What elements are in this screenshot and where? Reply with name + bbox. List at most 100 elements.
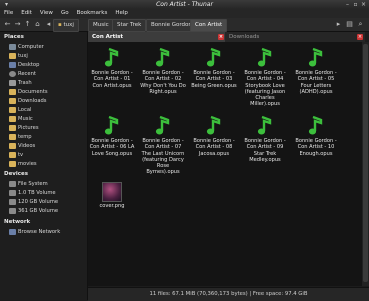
file-item[interactable]: Bonnie Gordon - Con Artist - 06 LA Love … <box>89 115 135 157</box>
close-icon[interactable]: × <box>360 1 367 8</box>
folder-icon <box>9 133 16 140</box>
sidebar-item-tuxj[interactable]: tuxj <box>9 52 28 60</box>
tab-downloads[interactable]: Downloads × <box>225 32 365 42</box>
window-title: Con Artist - Thunar <box>156 1 213 8</box>
status-bar: 11 files: 67.1 MiB (70,360,173 bytes) | … <box>88 287 369 301</box>
image-thumbnail <box>102 182 122 202</box>
sidebar-item-computer[interactable]: Computer <box>9 43 44 51</box>
sidebar-item-desktop[interactable]: Desktop <box>9 61 39 69</box>
desktop-icon <box>9 61 16 68</box>
forward-icon[interactable]: → <box>13 20 22 29</box>
file-item[interactable]: Bonnie Gordon - Con Artist - 01 Con Arti… <box>89 47 135 89</box>
tab-close-icon[interactable]: × <box>218 34 224 40</box>
home-icon[interactable]: ⌂ <box>33 20 42 29</box>
sidebar: Places Computer tuxj Desktop Recent Tras… <box>0 32 88 300</box>
file-item[interactable]: Bonnie Gordon - Con Artist - 10 Enough.o… <box>293 115 339 157</box>
scroll-right-icon[interactable]: ▸ <box>334 20 343 29</box>
trash-icon <box>9 79 16 86</box>
audio-file-icon <box>104 47 119 67</box>
computer-icon <box>9 43 16 50</box>
path-menu-icon[interactable]: ▤ <box>345 20 354 29</box>
sidebar-item-pictures[interactable]: Pictures <box>9 124 39 132</box>
drive-icon <box>9 198 16 205</box>
sidebar-item-documents[interactable]: Documents <box>9 88 48 96</box>
file-name: Bonnie Gordon - Con Artist - 01 Con Arti… <box>91 70 133 89</box>
file-name: Bonnie Gordon - Con Artist - 07 The Last… <box>141 138 185 176</box>
sidebar-item-downloads[interactable]: Downloads <box>9 97 47 105</box>
sidebar-item-movies[interactable]: movies <box>9 160 37 168</box>
menu-view[interactable]: View <box>36 9 57 18</box>
sidebar-item-120gb-volume[interactable]: 120 GB Volume <box>9 198 58 206</box>
file-item[interactable]: Bonnie Gordon - Con Artist - 07 The Last… <box>140 115 186 176</box>
audio-file-icon <box>206 115 221 135</box>
up-icon[interactable]: ↑ <box>23 20 32 29</box>
drive-icon <box>9 189 16 196</box>
folder-icon <box>9 160 16 167</box>
folder-icon <box>9 115 16 122</box>
sidebar-item-local[interactable]: Local <box>9 106 31 114</box>
menu-bookmarks[interactable]: Bookmarks <box>73 9 112 18</box>
file-name: Bonnie Gordon - Con Artist - 05 Four Let… <box>295 70 337 95</box>
menu-file[interactable]: File <box>0 9 17 18</box>
menu-edit[interactable]: Edit <box>17 9 36 18</box>
scrollbar[interactable] <box>362 42 369 286</box>
file-item[interactable]: cover.png <box>89 182 135 209</box>
file-name: Bonnie Gordon - Con Artist - 10 Enough.o… <box>295 138 337 157</box>
scroll-left-icon[interactable]: ◂ <box>44 20 53 29</box>
tab-bar: Con Artist × Downloads × <box>88 32 369 42</box>
file-item[interactable]: Bonnie Gordon - Con Artist - 04 Storyboo… <box>242 47 288 108</box>
file-name: cover.png <box>99 203 125 209</box>
folder-icon <box>9 88 16 95</box>
network-header: Network <box>4 219 31 225</box>
folder-icon <box>9 142 16 149</box>
file-item[interactable]: Bonnie Gordon - Con Artist - 09 Star Tre… <box>242 115 288 163</box>
folder-icon: ▪ <box>58 22 62 28</box>
sidebar-item-1tb-volume[interactable]: 1.0 TB Volume <box>9 189 56 197</box>
file-name: Bonnie Gordon - Con Artist - 09 Star Tre… <box>244 138 286 163</box>
back-icon[interactable]: ← <box>3 20 12 29</box>
folder-icon <box>9 124 16 131</box>
file-name: Bonnie Gordon - Con Artist - 04 Storyboo… <box>244 70 286 108</box>
file-item[interactable]: Bonnie Gordon - Con Artist - 05 Four Let… <box>293 47 339 95</box>
toolbar: ← → ↑ ⌂ ◂ ▪ tuxj Music Star Trek Bonnie … <box>0 18 369 32</box>
scrollbar-thumb[interactable] <box>363 44 368 282</box>
breadcrumb-tuxj[interactable]: ▪ tuxj <box>53 19 79 32</box>
folder-icon <box>9 97 16 104</box>
recent-icon <box>9 70 16 77</box>
audio-file-icon <box>308 115 323 135</box>
file-item[interactable]: Bonnie Gordon - Con Artist - 03 Being Gr… <box>191 47 237 89</box>
menu-help[interactable]: Help <box>111 9 132 18</box>
sidebar-item-videos[interactable]: Videos <box>9 142 35 150</box>
audio-file-icon <box>155 115 170 135</box>
sidebar-item-temp[interactable]: temp <box>9 133 32 141</box>
places-header: Places <box>4 34 24 40</box>
file-name: Bonnie Gordon - Con Artist - 03 Being Gr… <box>191 70 237 89</box>
menu-go[interactable]: Go <box>57 9 73 18</box>
minimize-icon[interactable]: – <box>344 1 351 8</box>
breadcrumb-con-artist[interactable]: Con Artist <box>190 19 228 32</box>
folder-icon <box>9 151 16 158</box>
breadcrumb-star-trek[interactable]: Star Trek <box>112 19 147 32</box>
sidebar-item-browse-network[interactable]: Browse Network <box>9 228 60 236</box>
sidebar-item-recent[interactable]: Recent <box>9 70 36 78</box>
file-item[interactable]: Bonnie Gordon - Con Artist - 02 Why Don'… <box>140 47 186 95</box>
file-view: Bonnie Gordon - Con Artist - 01 Con Arti… <box>88 42 362 286</box>
sidebar-item-361gb-volume[interactable]: 361 GB Volume <box>9 207 58 215</box>
breadcrumb-music[interactable]: Music <box>88 19 114 32</box>
sidebar-item-trash[interactable]: Trash <box>9 79 32 87</box>
file-item[interactable]: Bonnie Gordon - Con Artist - 08 Jacosa.o… <box>191 115 237 157</box>
network-icon <box>9 228 16 235</box>
maximize-icon[interactable]: ▫ <box>352 1 359 8</box>
file-name: Bonnie Gordon - Con Artist - 02 Why Don'… <box>140 70 186 95</box>
devices-header: Devices <box>4 171 29 177</box>
sidebar-item-music[interactable]: Music <box>9 115 33 123</box>
search-icon[interactable]: ⌕ <box>356 20 365 29</box>
sidebar-item-file-system[interactable]: File System <box>9 180 48 188</box>
audio-file-icon <box>257 115 272 135</box>
audio-file-icon <box>155 47 170 67</box>
sidebar-item-tv[interactable]: tv <box>9 151 23 159</box>
tab-close-icon[interactable]: × <box>357 34 363 40</box>
tab-con-artist[interactable]: Con Artist × <box>88 32 226 42</box>
menu-bar: File Edit View Go Bookmarks Help <box>0 9 369 18</box>
drive-icon <box>9 207 16 214</box>
